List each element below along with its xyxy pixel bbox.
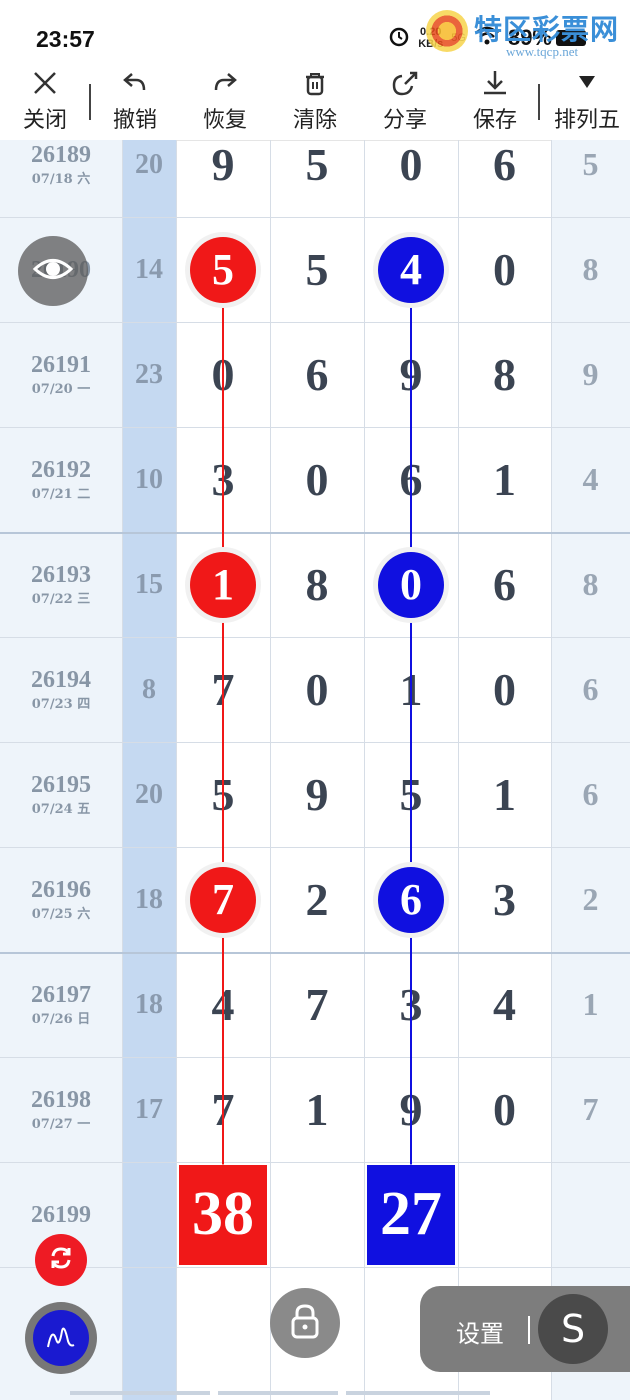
triangle-down-icon	[548, 64, 626, 100]
share-icon	[374, 64, 436, 100]
eye-toggle-button[interactable]	[18, 236, 88, 306]
toolbar: 关闭 撤销 恢复 清除 分享 保存 排列五	[0, 64, 630, 141]
undo-label: 撤销	[112, 108, 157, 133]
logo-circle-icon	[426, 10, 468, 52]
red-ball[interactable]: 7	[190, 866, 256, 933]
trash-icon	[284, 64, 346, 100]
blue-ball[interactable]: 6	[378, 866, 444, 933]
blue-ball[interactable]: 0	[378, 551, 444, 618]
close-button[interactable]: 关闭	[14, 64, 76, 140]
watermark-logo: 特区彩票网 www.tqcp.net	[426, 8, 622, 64]
download-icon	[464, 64, 526, 100]
status-time: 23:57	[36, 26, 95, 52]
redo-icon	[194, 64, 256, 100]
bottom-scroll-indicator	[70, 1391, 490, 1395]
settings-panel[interactable]: 设置 S	[420, 1286, 630, 1372]
clear-label: 清除	[292, 108, 337, 133]
red-total-box: 38	[179, 1164, 267, 1265]
undo-button[interactable]: 撤销	[104, 64, 166, 140]
pen-icon-wrap	[33, 1310, 89, 1366]
pen-icon	[44, 1319, 78, 1358]
share-button[interactable]: 分享	[374, 64, 436, 140]
red-ball[interactable]: 5	[190, 236, 256, 303]
connector-lines	[222, 269, 412, 1165]
alarm-icon	[388, 25, 410, 52]
blue-ball[interactable]: 4	[378, 236, 444, 303]
eye-icon	[32, 248, 74, 295]
share-label: 分享	[382, 108, 427, 133]
red-ball[interactable]: 1	[190, 551, 256, 618]
undo-icon	[104, 64, 166, 100]
clear-button[interactable]: 清除	[284, 64, 346, 140]
watermark-url: www.tqcp.net	[506, 44, 579, 59]
settings-label[interactable]: 设置	[456, 1314, 504, 1349]
blue-total-box: 27	[367, 1164, 455, 1265]
refresh-icon	[46, 1243, 76, 1278]
redo-button[interactable]: 恢复	[194, 64, 256, 140]
toolbar-divider	[538, 84, 540, 120]
s-icon: S	[560, 1307, 586, 1351]
lottery-label: 排列五	[553, 108, 620, 133]
s-button[interactable]: S	[538, 1294, 608, 1364]
settings-divider	[528, 1316, 530, 1344]
refresh-button[interactable]	[35, 1234, 87, 1286]
pen-tool-button[interactable]	[25, 1302, 97, 1374]
lock-button[interactable]	[270, 1288, 340, 1358]
status-bar: 23:57 0.20KB/s 5G 89% 特区彩票网 www.tqcp.net	[0, 0, 630, 64]
watermark-site: 特区彩票网	[474, 13, 620, 46]
close-icon	[14, 64, 76, 100]
save-button[interactable]: 保存	[464, 64, 526, 140]
lottery-select[interactable]: 排列五	[548, 64, 626, 140]
save-label: 保存	[472, 108, 517, 133]
lock-icon	[288, 1302, 322, 1345]
close-label: 关闭	[22, 108, 67, 133]
toolbar-divider	[89, 84, 91, 120]
trend-chart-grid[interactable]: 2618907/18 六20950652619014554082619107/2…	[0, 140, 630, 1400]
redo-label: 恢复	[202, 108, 247, 133]
